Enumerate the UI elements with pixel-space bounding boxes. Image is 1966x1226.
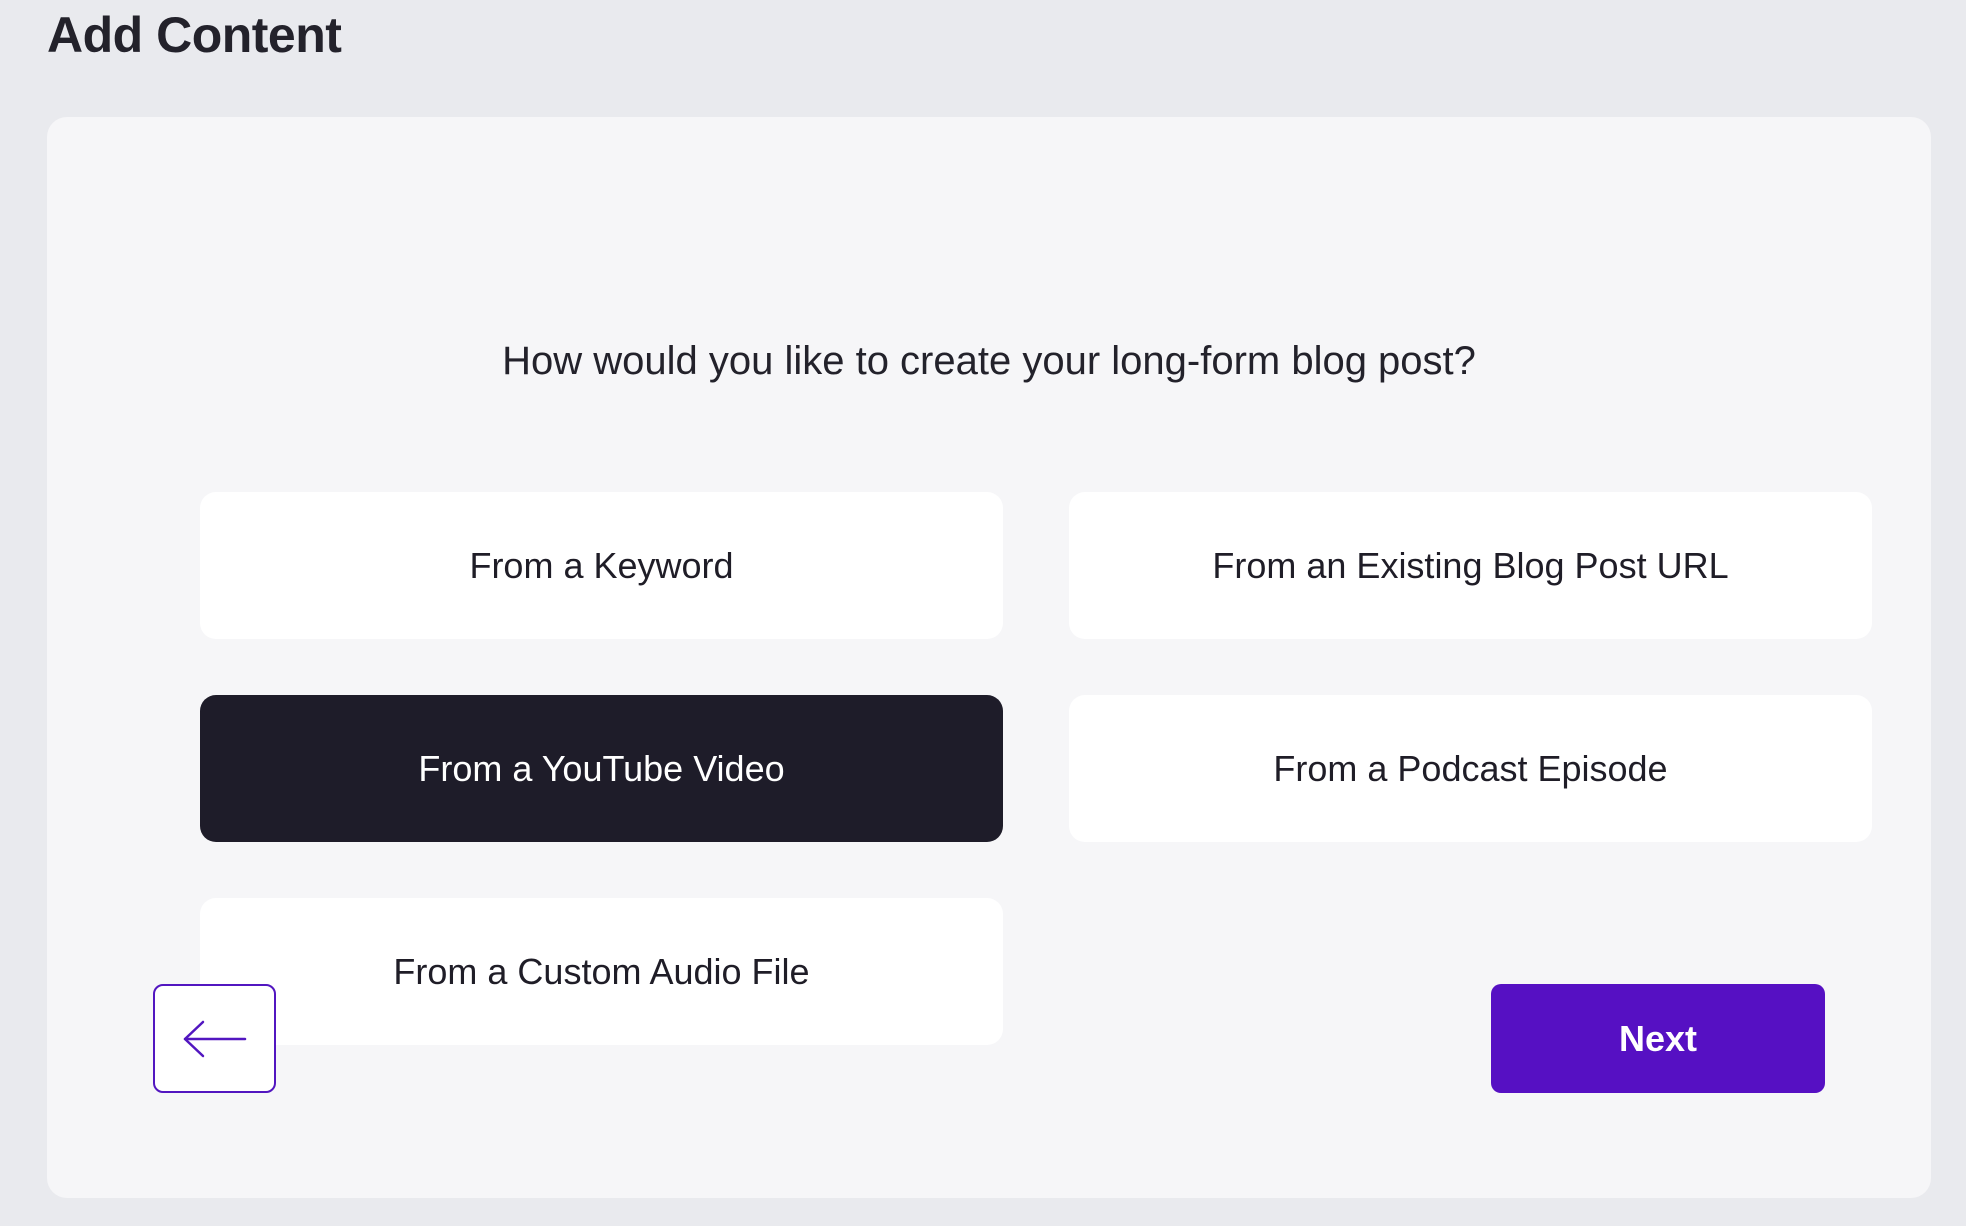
next-button[interactable]: Next — [1491, 984, 1825, 1093]
question-heading: How would you like to create your long-f… — [502, 339, 1476, 383]
arrow-left-icon — [182, 1019, 248, 1059]
option-from-youtube-video[interactable]: From a YouTube Video — [200, 695, 1003, 842]
next-button-label: Next — [1618, 1017, 1698, 1059]
back-button[interactable] — [153, 984, 276, 1093]
option-label: From a Podcast Episode — [1273, 747, 1668, 789]
page-title: Add Content — [47, 7, 342, 63]
option-from-keyword[interactable]: From a Keyword — [200, 492, 1003, 639]
option-from-blog-post-url[interactable]: From an Existing Blog Post URL — [1069, 492, 1872, 639]
option-label: From a Custom Audio File — [393, 950, 810, 992]
option-from-podcast-episode[interactable]: From a Podcast Episode — [1069, 695, 1872, 842]
option-from-custom-audio-file[interactable]: From a Custom Audio File — [200, 898, 1003, 1045]
option-label: From a YouTube Video — [418, 747, 785, 789]
option-label: From a Keyword — [469, 544, 734, 586]
option-label: From an Existing Blog Post URL — [1212, 544, 1729, 586]
